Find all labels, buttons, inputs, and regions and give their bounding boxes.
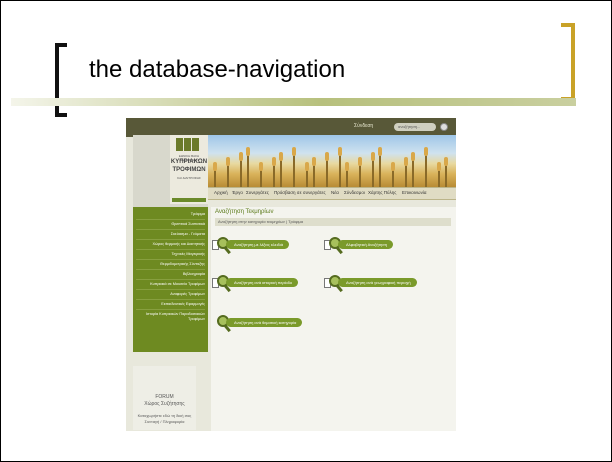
sidebar-item-cooking[interactable]: Τεχνικές Μαγειρικής	[172, 252, 205, 256]
right-bracket-decoration	[561, 23, 575, 101]
site-logo[interactable]: ΕΘΝΙΚΗ ΒΑΣΗ ΔΕΔΟΜΕΝΩΝ ΚΥΠΡΙΑΚΩΝ ΤΡΟΦΙΜΩΝ…	[170, 135, 208, 204]
wheat-head	[305, 162, 309, 171]
sidebar-item-bibliography[interactable]: Βιβλιογραφία	[183, 272, 205, 276]
wheat-head	[239, 152, 243, 161]
wheat-stalk	[313, 164, 315, 187]
site-search-input[interactable]: αναζήτηση...	[394, 123, 436, 131]
sidebar-item-foods[interactable]: Τρόφιμα	[191, 212, 205, 216]
wheat-stalk	[260, 169, 262, 187]
sidebar-item-history[interactable]: Ιστορία Κυπριακών Παραδοσιακών Τροφίμων	[145, 312, 205, 322]
site-nav-bar: Αρχική Έργο Συνεργάτες Πρόσβαση σε συνερ…	[208, 187, 456, 200]
wheat-stalk	[339, 154, 341, 187]
title-underline-rule	[11, 98, 576, 106]
wheat-head	[325, 152, 329, 161]
wheat-stalk	[306, 169, 308, 187]
wheat-banner-image	[208, 135, 456, 187]
wheat-stalk	[240, 159, 242, 187]
wheat-stalk	[445, 164, 447, 187]
wheat-head	[272, 157, 276, 166]
header-left-panel	[133, 135, 170, 203]
wheat-head	[404, 157, 408, 166]
wheat-stalk	[293, 154, 295, 187]
wheat-stalk	[214, 169, 216, 187]
wheat-stalk	[438, 169, 440, 187]
wheat-stalk	[425, 154, 427, 187]
wheat-stalk	[346, 169, 348, 187]
search-category-button[interactable]: Αναζήτηση ανά θεματική κατηγορία	[226, 318, 303, 327]
forum-box[interactable]: FORUM Χώρος Συζήτησης Καταχωρήστε εδώ τη…	[133, 366, 196, 430]
wheat-head	[444, 157, 448, 166]
forum-title: FORUM	[155, 394, 174, 400]
forum-subtitle: Χώρος Συζήτησης	[144, 401, 185, 407]
logo-jars-icon	[176, 138, 202, 152]
forum-note: Καταχωρήστε εδώ τη δική σας Συνταγή / Πλ…	[137, 413, 192, 424]
wheat-stalk	[405, 164, 407, 187]
wheat-head	[226, 157, 230, 166]
nav-item-contact[interactable]: Επικοινωνία	[402, 190, 426, 195]
sidebar-item-nutrients[interactable]: Θρεπτικά Συστατικά	[171, 222, 205, 226]
wheat-head	[411, 152, 415, 161]
search-region-button[interactable]: Αναζήτηση ανά γεωγραφική περιοχή	[338, 278, 417, 287]
sidebar-item-education[interactable]: Εκπαιδευτικές Εφαρμογές	[161, 302, 205, 306]
slide-title: the database-navigation	[89, 56, 346, 83]
wheat-stalk	[273, 164, 275, 187]
wheat-stalk	[412, 159, 414, 187]
slide: the database-navigation Σύνδεση αναζήτησ…	[0, 0, 612, 462]
wheat-head	[345, 162, 349, 171]
nav-item-project[interactable]: Έργο	[232, 190, 243, 195]
wheat-stalk	[359, 164, 361, 187]
nav-item-partners[interactable]: Συνεργάτες	[246, 190, 269, 195]
logo-line-1: ΚΥΠΡΙΑΚΩΝ	[170, 159, 208, 165]
wheat-head	[391, 162, 395, 171]
wheat-stalk	[326, 159, 328, 187]
sidebar-item-museum[interactable]: Κυπριακά σε Μουσείο Τροφίμων	[150, 282, 205, 286]
nav-item-links[interactable]: Σύνδεσμοι	[344, 190, 365, 195]
nav-item-partner-access[interactable]: Πρόσβαση σε συνεργάτες	[274, 190, 326, 195]
wheat-head	[338, 147, 342, 156]
wheat-stalk	[227, 164, 229, 187]
sidebar-item-calorie[interactable]: Θερμιδομετρικής Σύνταξης	[160, 262, 205, 266]
wheat-head	[371, 152, 375, 161]
wheat-head	[312, 157, 316, 166]
nav-item-news[interactable]: Νέα	[331, 190, 339, 195]
main-content: Αναζήτηση Τεκμηρίων Αναζήτηση στην κατηγ…	[211, 207, 456, 431]
wheat-head	[424, 147, 428, 156]
wheat-stalk	[247, 154, 249, 187]
wheat-head	[358, 157, 362, 166]
page-title: Αναζήτηση Τεκμηρίων	[215, 209, 274, 215]
search-go-icon[interactable]	[440, 123, 448, 131]
search-keywords-button[interactable]: Αναζήτηση με λέξεις κλειδιά	[226, 240, 290, 249]
wheat-stalk	[379, 154, 381, 187]
site-sidebar: Τρόφιμα Θρεπτικά Συστατικά Σκεύασμα - Γε…	[133, 207, 208, 352]
wheat-head	[246, 147, 250, 156]
search-period-button[interactable]: Αναζήτηση ανά ιστορική περίοδο	[226, 278, 299, 287]
wheat-head	[279, 152, 283, 161]
logo-tagline-bottom: ΚΑΙ ΔΙΑΙΤΡΟΦΗΣ	[177, 176, 201, 180]
wheat-head	[437, 162, 441, 171]
wheat-head	[292, 147, 296, 156]
login-link[interactable]: Σύνδεση	[354, 123, 373, 129]
sidebar-item-dishes[interactable]: Σκεύασμα - Γεύματα	[171, 232, 205, 236]
logo-strip	[172, 198, 206, 202]
wheat-head	[259, 162, 263, 171]
wheat-stalk	[372, 159, 374, 187]
search-alphabetical-button[interactable]: Αλφαβητική Αναζήτηση	[338, 240, 393, 249]
wheat-stalk	[280, 159, 282, 187]
wheat-head	[378, 147, 382, 156]
wheat-stalk	[392, 169, 394, 187]
breadcrumb: Αναζήτηση στην κατηγορία τεκμηρίων | Τρό…	[215, 218, 451, 226]
sidebar-item-diet[interactable]: Χώρος θερμικής και Διαιτητικής	[153, 242, 206, 246]
nav-item-sitemap[interactable]: Χάρτης Πύλης	[368, 190, 396, 195]
sidebar-item-reports[interactable]: Αναφορές Τροφίμων	[170, 292, 205, 296]
logo-line-2: ΤΡΟΦΙΜΩΝ	[172, 167, 206, 173]
nav-item-home[interactable]: Αρχική	[214, 190, 228, 195]
website-screenshot: Σύνδεση αναζήτηση... ΕΘΝΙΚΗ ΒΑΣΗ ΔΕΔΟΜΕΝ…	[126, 118, 456, 431]
wheat-head	[213, 162, 217, 171]
